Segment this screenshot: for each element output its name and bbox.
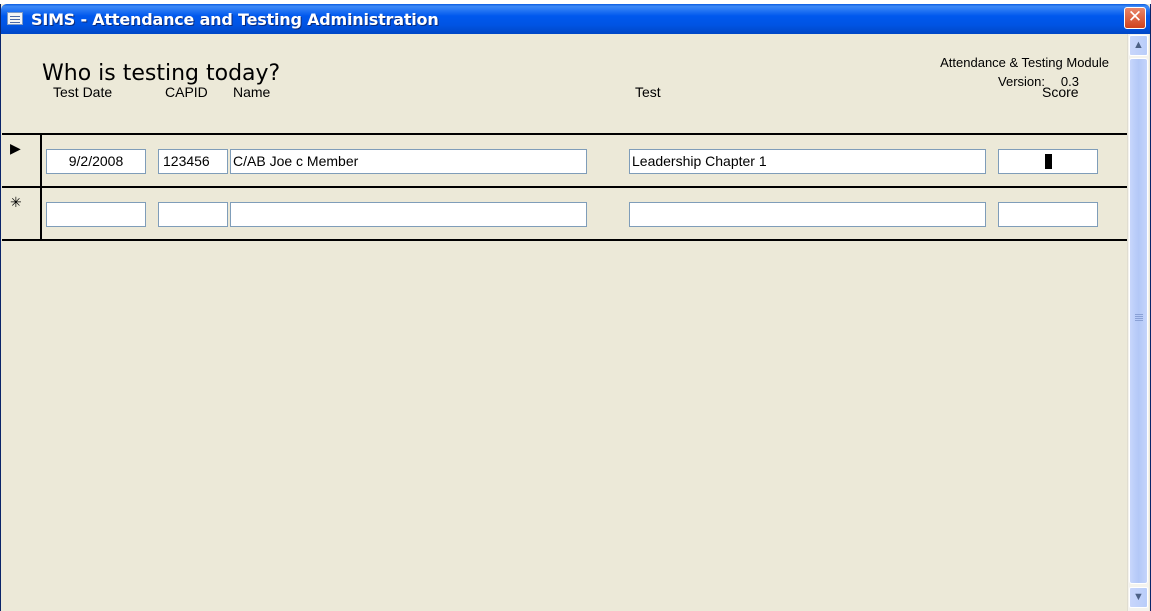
record-selector-divider [40, 134, 42, 241]
page-title: Who is testing today? [42, 61, 281, 86]
new-test-date-field[interactable] [46, 202, 146, 227]
new-test-field[interactable] [629, 202, 986, 227]
text-cursor-icon [1044, 153, 1052, 169]
column-header-capid: CAPID [165, 84, 208, 100]
new-score-field[interactable] [998, 202, 1098, 227]
title-bar[interactable]: SIMS - Attendance and Testing Administra… [1, 4, 1150, 34]
column-header-test-date: Test Date [53, 84, 113, 100]
row-divider [2, 133, 1127, 135]
test-date-field[interactable]: 9/2/2008 [46, 149, 146, 174]
form-body: Who is testing today? Attendance & Testi… [2, 34, 1127, 611]
vertical-scrollbar[interactable]: ▲ ▼ [1127, 34, 1149, 611]
version-label: Version: [998, 74, 1045, 89]
column-header-name: Name [233, 84, 271, 100]
new-name-field[interactable] [230, 202, 587, 227]
name-field[interactable]: C/AB Joe c Member [230, 149, 587, 174]
column-header-score: Score [1042, 84, 1079, 100]
scroll-thumb[interactable] [1129, 58, 1148, 584]
capid-field[interactable]: 123456 [158, 149, 228, 174]
scroll-up-button[interactable]: ▲ [1129, 35, 1148, 56]
new-capid-field[interactable] [158, 202, 228, 227]
module-name-label: Attendance & Testing Module [940, 55, 1109, 70]
score-field[interactable] [998, 149, 1098, 174]
row-divider [2, 186, 1127, 188]
current-record-indicator-icon[interactable]: ▶ [10, 140, 30, 160]
window-title: SIMS - Attendance and Testing Administra… [31, 10, 439, 29]
scroll-down-button[interactable]: ▼ [1129, 587, 1148, 608]
test-field[interactable]: Leadership Chapter 1 [629, 149, 986, 174]
form-icon [7, 12, 23, 25]
column-header-test: Test [635, 84, 661, 100]
grip-icon [1135, 314, 1143, 322]
form-window: SIMS - Attendance and Testing Administra… [0, 4, 1151, 611]
row-divider [2, 239, 1127, 241]
close-button[interactable]: ✕ [1124, 7, 1146, 29]
new-record-indicator-icon[interactable]: ✳ [10, 194, 30, 214]
